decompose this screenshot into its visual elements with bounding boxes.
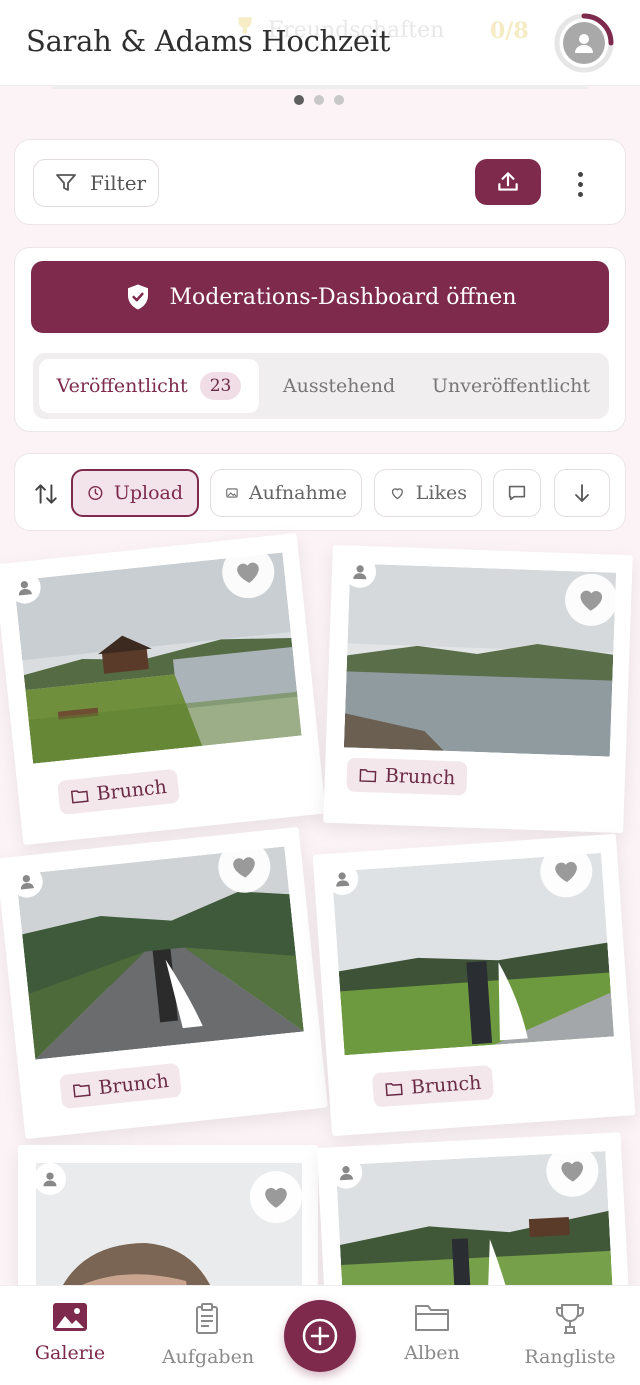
status-tabs: Veröffentlicht 23 Ausstehend Unveröffent… xyxy=(33,353,609,419)
nav-label: Galerie xyxy=(34,1342,106,1364)
sort-chip-comments[interactable] xyxy=(493,469,541,517)
nav-item-gallery[interactable]: Galerie xyxy=(10,1302,130,1364)
moderation-dashboard-button[interactable]: Moderations-Dashboard öffnen xyxy=(31,261,609,333)
chip-label: Aufnahme xyxy=(248,482,347,504)
album-tag[interactable]: Brunch xyxy=(346,757,468,796)
clock-icon xyxy=(88,485,103,501)
photo-card[interactable]: Brunch xyxy=(0,826,328,1140)
carousel-track xyxy=(52,86,588,89)
tab-label: Veröffentlicht xyxy=(56,375,188,397)
achievement-count: 0/8 xyxy=(490,18,529,44)
photo-card[interactable]: Brunch xyxy=(0,532,326,846)
tab-pending[interactable]: Ausstehend xyxy=(259,359,419,413)
sort-chip-upload[interactable]: Upload xyxy=(71,469,199,517)
folder-icon xyxy=(385,1082,403,1097)
person-icon xyxy=(575,34,593,53)
tab-label: Ausstehend xyxy=(282,375,396,397)
album-tag[interactable]: Brunch xyxy=(59,1062,183,1110)
add-photo-button[interactable] xyxy=(284,1300,356,1372)
heart-icon xyxy=(265,1187,287,1208)
upload-button[interactable] xyxy=(475,159,541,205)
sort-icon[interactable] xyxy=(33,481,59,507)
person-icon xyxy=(340,1166,354,1181)
folder-icon xyxy=(359,768,377,783)
nav-item-leaderboard[interactable]: Rangliste xyxy=(510,1302,630,1368)
moderation-card: Moderations-Dashboard öffnen Veröffentli… xyxy=(14,247,626,432)
carousel-dot[interactable] xyxy=(334,95,344,105)
nav-label: Rangliste xyxy=(524,1346,616,1368)
filter-icon xyxy=(56,174,76,191)
trophy-icon xyxy=(556,1304,584,1334)
arrow-down-icon xyxy=(575,484,589,502)
person-icon xyxy=(336,872,350,887)
heart-icon xyxy=(555,861,577,883)
person-icon xyxy=(18,581,32,596)
album-tag[interactable]: Brunch xyxy=(371,1064,495,1108)
image-icon xyxy=(226,488,238,498)
heart-icon xyxy=(391,488,403,500)
sort-chip-capture[interactable]: Aufnahme xyxy=(210,469,362,517)
nav-label: Alben xyxy=(404,1342,460,1364)
heart-icon xyxy=(233,857,255,878)
folder-icon xyxy=(70,790,89,804)
photo-card[interactable]: Brunch xyxy=(312,833,636,1137)
filter-label: Filter xyxy=(90,171,147,195)
clipboard-icon xyxy=(196,1303,218,1334)
filter-button[interactable]: Filter xyxy=(33,159,159,207)
uploader-avatar[interactable] xyxy=(34,1163,66,1195)
heart-icon xyxy=(561,1161,584,1182)
person-icon xyxy=(43,1172,57,1187)
carousel-dot[interactable] xyxy=(294,95,304,105)
more-vertical-icon xyxy=(577,171,583,177)
album-name: Brunch xyxy=(384,764,456,790)
album-tag[interactable]: Brunch xyxy=(57,768,181,816)
shield-check-icon xyxy=(128,284,149,310)
album-name: Brunch xyxy=(97,1069,170,1100)
tab-published[interactable]: Veröffentlicht 23 xyxy=(39,359,259,413)
comment-icon xyxy=(508,485,526,501)
toolbar-card: Filter xyxy=(14,139,626,225)
sort-direction-button[interactable] xyxy=(554,469,610,517)
tab-label: Unveröffentlicht xyxy=(431,375,591,397)
plus-circle-icon xyxy=(302,1318,338,1354)
image-icon xyxy=(53,1303,87,1331)
more-options-button[interactable] xyxy=(569,164,591,204)
page-title: Sarah & Adams Hochzeit xyxy=(26,24,391,58)
tab-unpublished[interactable]: Unveröffentlicht xyxy=(419,359,603,413)
person-icon xyxy=(353,565,367,580)
like-button[interactable] xyxy=(250,1171,302,1223)
folder-icon xyxy=(72,1084,91,1098)
app-header: Freundschaften 0/8 Sarah & Adams Hochzei… xyxy=(0,0,640,86)
carousel-dots xyxy=(294,95,344,105)
nav-item-albums[interactable]: Alben xyxy=(372,1302,492,1364)
album-name: Brunch xyxy=(95,775,168,806)
moderation-button-label: Moderations-Dashboard öffnen xyxy=(169,284,517,310)
sort-card: Upload Aufnahme Likes xyxy=(14,453,626,531)
album-name: Brunch xyxy=(410,1071,483,1099)
carousel-dot[interactable] xyxy=(314,95,324,105)
person-icon xyxy=(20,875,34,890)
photo-card[interactable]: Brunch xyxy=(323,544,633,834)
nav-label: Aufgaben xyxy=(161,1346,255,1368)
folder-icon xyxy=(415,1305,449,1331)
avatar[interactable] xyxy=(563,22,605,64)
nav-item-tasks[interactable]: Aufgaben xyxy=(148,1302,268,1368)
chip-label: Likes xyxy=(415,482,467,504)
upload-icon xyxy=(498,172,518,191)
count-badge: 23 xyxy=(199,372,242,400)
heart-icon xyxy=(237,562,259,583)
heart-icon xyxy=(580,590,603,611)
sort-chip-likes[interactable]: Likes xyxy=(374,469,482,517)
chip-label: Upload xyxy=(113,482,183,504)
